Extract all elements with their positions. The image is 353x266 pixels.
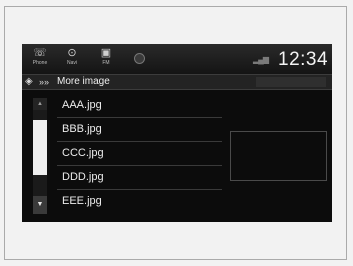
audio-button[interactable]: ▣ FM [94,47,118,71]
title-bar: ◈ »» More image [22,74,332,90]
scroll-down-button[interactable]: ▼ [33,196,47,214]
title-bar-option[interactable] [256,77,326,87]
scroll-up-button[interactable]: ▲ [33,98,47,110]
file-list-item[interactable]: AAA.jpg [57,94,222,118]
file-name: CCC.jpg [62,147,104,159]
breadcrumb-chevron: »» [39,77,50,87]
navigation-icon: ⊙ [67,47,77,59]
infotainment-screen: ☏ Phone ⊙ Navi ▣ FM ▂▄▆ 12:34 ◈ »» More … [22,44,332,222]
file-name: AAA.jpg [62,99,102,111]
file-list-item[interactable]: DDD.jpg [57,166,222,190]
home-icon [134,53,145,64]
file-name: EEE.jpg [62,195,102,207]
page-title: More image [57,76,110,87]
audio-caption: FM [102,60,110,66]
clock: 12:34 [278,49,329,70]
phone-caption: Phone [32,60,48,66]
image-preview [230,131,327,181]
file-list-item[interactable]: BBB.jpg [57,118,222,142]
audio-icon: ▣ [100,47,112,59]
file-list-item[interactable]: EEE.jpg [57,190,222,214]
home-button[interactable] [126,47,150,71]
signal-icon: ▂▄▆ [253,55,269,64]
navigation-button[interactable]: ⊙ Navi [60,47,84,71]
media-icon: ◈ [25,76,33,87]
file-list-item[interactable]: CCC.jpg [57,142,222,166]
file-name: BBB.jpg [62,123,102,135]
phone-icon: ☏ [33,47,47,59]
phone-button[interactable]: ☏ Phone [28,47,52,71]
status-bar: ☏ Phone ⊙ Navi ▣ FM ▂▄▆ 12:34 [22,44,332,74]
scrollbar-thumb[interactable] [33,120,47,175]
navigation-caption: Navi [66,60,77,66]
file-name: DDD.jpg [62,171,104,183]
